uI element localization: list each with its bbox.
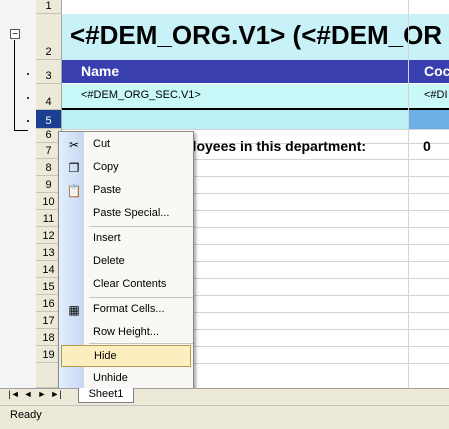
outline-bracket — [14, 40, 15, 131]
menu-item-cut[interactable]: ✂ Cut — [61, 134, 191, 156]
menu-separator — [89, 297, 193, 298]
paste-icon: 📋 — [66, 184, 82, 198]
outline-bracket-foot — [14, 130, 28, 131]
menu-item-label: Delete — [93, 255, 125, 267]
outline-level-dot — [27, 73, 29, 75]
menu-item-copy[interactable]: ❐ Copy — [61, 157, 191, 179]
grid-hline — [62, 129, 449, 130]
status-text: Ready — [10, 409, 42, 421]
selected-row-band[interactable] — [62, 110, 449, 129]
menu-item-label: Insert — [93, 232, 121, 244]
next-sheet-icon[interactable]: ► — [36, 389, 48, 399]
status-bar — [0, 405, 449, 429]
name-header-cell[interactable]: Name — [81, 63, 119, 79]
employees-count-cell[interactable]: 0 — [423, 138, 431, 154]
menu-item-label: Paste — [93, 184, 122, 196]
scissors-icon: ✂ — [68, 138, 80, 152]
data-name-cell[interactable]: <#DEM_ORG_SEC.V1> — [81, 89, 201, 101]
outline-level-dot — [27, 120, 29, 122]
format-cells-icon: ▦ — [68, 303, 80, 317]
menu-item-format-cells[interactable]: ▦ Format Cells... — [61, 299, 191, 321]
row-header-4[interactable]: 4 — [36, 84, 62, 110]
report-title-cell[interactable]: <#DEM_ORG.V1> (<#DEM_OR — [70, 20, 442, 51]
column-header-band — [62, 60, 449, 83]
context-menu: ✂ Cut ❐ Copy 📋 Paste Paste Special... Insert Del… — [58, 131, 194, 391]
code-header-cell[interactable]: Coc — [424, 63, 449, 79]
menu-item-label: Copy — [93, 161, 119, 173]
menu-item-label: Clear Contents — [93, 278, 167, 290]
menu-item-label: Paste Special... — [93, 207, 170, 219]
outline-level-dot — [27, 97, 29, 99]
menu-item-hide[interactable]: Hide — [61, 345, 191, 367]
menu-item-paste[interactable]: 📋 Paste — [61, 180, 191, 202]
menu-item-label: Hide — [94, 350, 117, 362]
menu-item-paste-special[interactable]: Paste Special... — [61, 203, 191, 225]
data-code-cell[interactable]: <#DI — [424, 89, 448, 101]
menu-item-label: Cut — [93, 138, 111, 150]
menu-separator — [89, 343, 193, 344]
menu-item-unhide[interactable]: Unhide — [61, 368, 191, 390]
menu-item-clear-contents[interactable]: Clear Contents — [61, 274, 191, 296]
last-sheet-icon[interactable]: ►| — [50, 389, 62, 399]
row-header-5[interactable]: 5 — [36, 110, 62, 129]
collapse-group-button[interactable]: − — [10, 29, 20, 40]
menu-item-label: Unhide — [93, 372, 128, 384]
selected-row-band-right[interactable] — [408, 110, 449, 129]
row-header-1[interactable]: 1 — [36, 0, 62, 14]
menu-item-label: Row Height... — [93, 326, 160, 338]
row-header-2[interactable]: 2 — [36, 14, 62, 60]
menu-item-insert[interactable]: Insert — [61, 228, 191, 250]
grid-vline — [408, 0, 409, 388]
prev-sheet-icon[interactable]: ◄ — [22, 389, 34, 399]
row-header-3[interactable]: 3 — [36, 60, 62, 84]
outline-gutter — [0, 0, 37, 388]
first-sheet-icon[interactable]: |◄ — [8, 389, 20, 399]
sheet-tab[interactable]: Sheet1 — [78, 388, 134, 403]
menu-item-label: Format Cells... — [93, 303, 165, 315]
menu-item-row-height[interactable]: Row Height... — [61, 322, 191, 344]
employees-label-cell[interactable]: ployees in this department: — [184, 138, 366, 154]
copy-icon: ❐ — [68, 161, 80, 175]
menu-item-delete[interactable]: Delete — [61, 251, 191, 273]
sheet-tabs-bar — [0, 388, 449, 405]
menu-separator — [89, 226, 193, 227]
